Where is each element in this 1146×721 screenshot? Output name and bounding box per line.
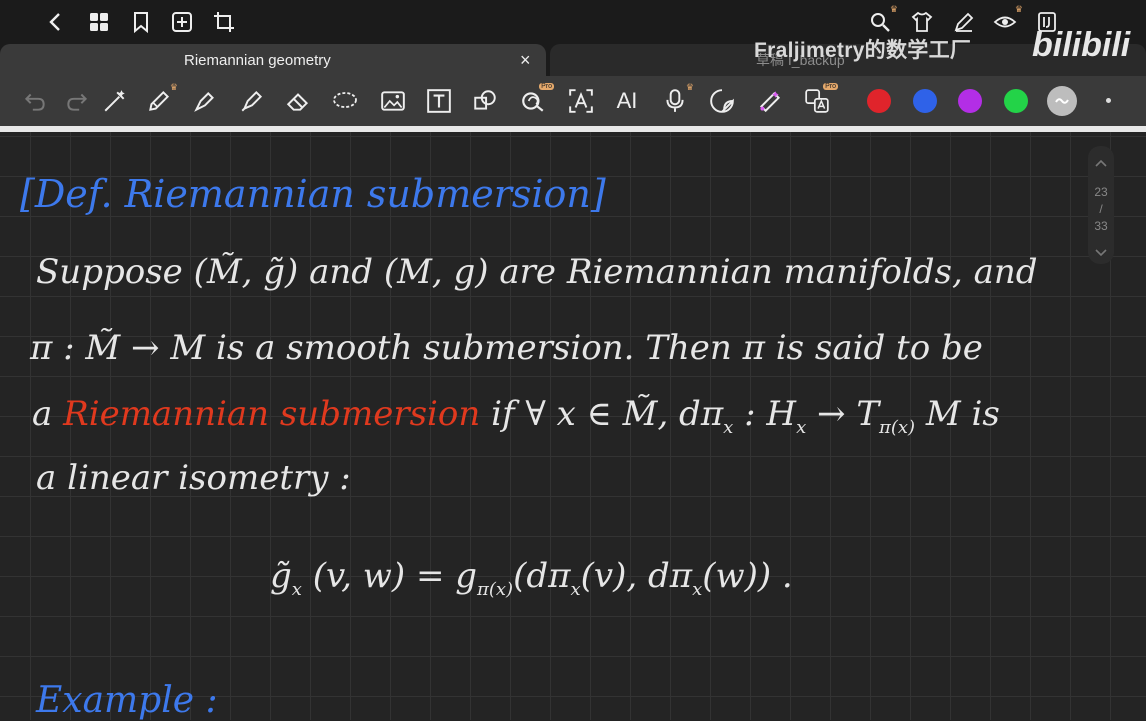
laser-pen-icon[interactable]: [100, 86, 130, 116]
bookmark-icon[interactable]: [127, 8, 155, 36]
color-swatch-blue[interactable]: [913, 89, 937, 113]
text-box-icon[interactable]: [424, 86, 454, 116]
note-line-3: a Riemannian submersion if ∀ x ∈ M̃, dπx…: [32, 394, 1000, 438]
note-line-3-d: → T: [817, 394, 880, 434]
search-icon[interactable]: ♛: [866, 4, 898, 36]
formula-part: (w)) .: [702, 556, 793, 596]
tab-title: Riemannian geometry: [184, 51, 331, 69]
magic-pen-icon[interactable]: [755, 86, 785, 116]
total-pages: 33: [1094, 219, 1108, 233]
color-swatch-purple[interactable]: [958, 89, 982, 113]
note-line-3-e: M is: [925, 394, 1000, 434]
chevron-up-icon[interactable]: [1088, 156, 1114, 170]
undo-icon[interactable]: [20, 86, 50, 116]
note-line-2: π : M̃ → M is a smooth submersion. Then …: [30, 328, 983, 368]
eye-icon[interactable]: ♛: [991, 4, 1023, 36]
lasso-icon[interactable]: [330, 86, 360, 116]
microphone-icon[interactable]: ♛: [660, 82, 694, 116]
ai-label: AI: [616, 88, 638, 113]
ai-icon[interactable]: AI: [612, 86, 642, 116]
note-line-4: a linear isometry :: [36, 458, 351, 498]
page-separator: /: [1099, 202, 1103, 216]
chevron-down-icon[interactable]: [1088, 246, 1114, 260]
crown-icon: ♛: [169, 82, 178, 92]
formula-part: g̃: [270, 556, 292, 596]
subscript: x: [570, 579, 581, 600]
crown-icon: ♛: [685, 82, 694, 92]
formula-part: (v), dπ: [580, 556, 693, 596]
pro-badge: Pro: [539, 83, 554, 90]
image-icon[interactable]: [378, 86, 408, 116]
fountain-pen-icon[interactable]: [190, 86, 220, 116]
subscript: x: [291, 579, 302, 600]
translate-icon[interactable]: Pro: [802, 83, 838, 116]
crown-icon: ♛: [1014, 4, 1023, 14]
grid-icon[interactable]: [85, 8, 113, 36]
back-icon[interactable]: [42, 8, 70, 36]
shapes-icon[interactable]: [470, 86, 500, 116]
highlighted-term: Riemannian submersion: [63, 394, 481, 434]
wave-icon: [1055, 98, 1069, 104]
note-line-1: Suppose (M̃, g̃) and (M, g) are Riemanni…: [36, 252, 1038, 292]
color-swatch-green[interactable]: [1004, 89, 1028, 113]
sticker-icon[interactable]: [707, 86, 737, 116]
text-recognition-icon[interactable]: [566, 86, 596, 116]
crown-icon: ♛: [889, 4, 898, 14]
pen-edit-icon[interactable]: [950, 8, 978, 36]
redo-icon[interactable]: [62, 86, 92, 116]
tab-strip: Riemannian geometry × 草稿 I_backup: [0, 44, 1146, 76]
formula-part: (v, w) = g: [312, 556, 478, 596]
color-swatch-gray-selected[interactable]: [1047, 86, 1077, 116]
add-page-icon[interactable]: [168, 8, 196, 36]
eraser-icon[interactable]: [283, 86, 313, 116]
ocr-icon[interactable]: Pro: [518, 83, 554, 116]
subscript: x: [723, 417, 734, 438]
pen-tool-icon[interactable]: ♛: [144, 82, 178, 116]
note-line-3-b: if ∀ x ∈ M̃, dπ: [491, 394, 724, 434]
shirt-icon[interactable]: [908, 8, 936, 36]
subscript: x: [796, 417, 807, 438]
metric-formula: g̃x (v, w) = gπ(x)(dπx(v), dπx(w)) .: [270, 556, 793, 600]
note-line-3-c: : H: [744, 394, 797, 434]
definition-heading: [Def. Riemannian submersion]: [20, 172, 606, 216]
highlighter-icon[interactable]: [237, 86, 267, 116]
crop-icon[interactable]: [210, 8, 238, 36]
more-options-icon[interactable]: [1106, 98, 1111, 103]
bilibili-logo: bilibili: [1032, 26, 1131, 64]
subscript: x: [692, 579, 703, 600]
example-heading: Example :: [36, 680, 218, 721]
tab-riemannian-geometry[interactable]: Riemannian geometry ×: [0, 44, 546, 76]
note-line-3-a: a: [32, 394, 53, 434]
pro-badge: Pro: [823, 83, 838, 90]
color-swatch-red[interactable]: [867, 89, 891, 113]
page-indicator[interactable]: 23 / 33: [1088, 146, 1114, 264]
formula-part: (dπ: [513, 556, 571, 596]
top-bar: ♛ ♛: [0, 0, 1146, 44]
close-icon[interactable]: ×: [520, 50, 531, 71]
note-canvas[interactable]: [Def. Riemannian submersion] Suppose (M̃…: [0, 132, 1146, 721]
current-page: 23: [1094, 185, 1108, 199]
watermark-text: Fraljimetry的数学工厂: [754, 39, 972, 62]
subscript: π(x): [477, 579, 514, 600]
subscript: π(x): [879, 417, 916, 438]
